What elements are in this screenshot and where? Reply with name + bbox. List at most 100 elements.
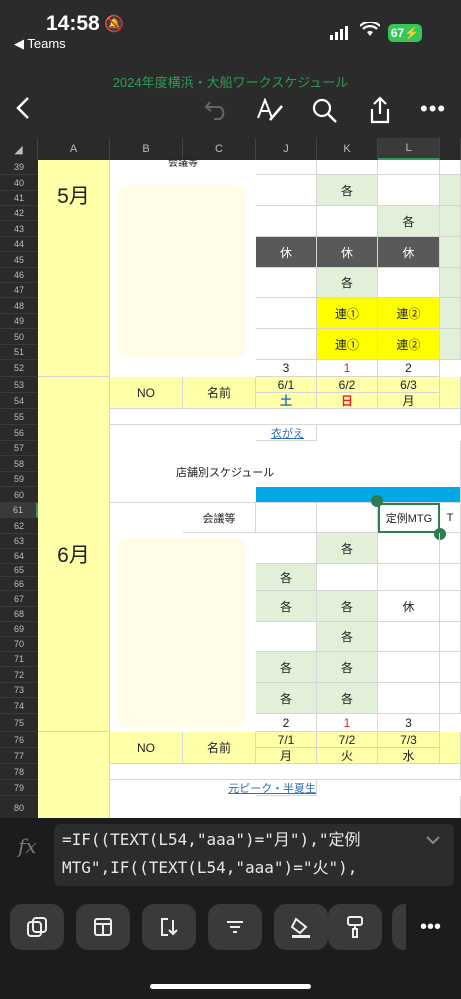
row-header[interactable]: 75: [0, 714, 38, 732]
freeze-panes-button[interactable]: [76, 904, 130, 950]
june-cell-k-63[interactable]: 各: [317, 533, 378, 564]
may-cell-k-48[interactable]: 連①: [317, 298, 378, 329]
row-header[interactable]: 52: [0, 360, 38, 377]
row-header[interactable]: 42: [0, 206, 38, 221]
may-cell-l-40[interactable]: [378, 175, 440, 206]
june-day-j[interactable]: 土: [256, 393, 317, 409]
row-55-cell[interactable]: [110, 409, 461, 425]
may-cell-k-50[interactable]: 連①: [317, 329, 378, 360]
row-header[interactable]: 44: [0, 237, 38, 252]
row-header[interactable]: 43: [0, 221, 38, 237]
copy-cells-button[interactable]: [10, 904, 64, 950]
row-header[interactable]: 79: [0, 780, 38, 796]
july-day-l[interactable]: 水: [378, 748, 440, 764]
june-date-m[interactable]: [440, 377, 461, 409]
corner-cell[interactable]: ◢: [0, 138, 38, 160]
june-cell-m-69[interactable]: [440, 622, 461, 652]
may-cell-j-39[interactable]: [256, 160, 317, 175]
june-cell-k-61[interactable]: [317, 503, 378, 533]
june-cell-k-65[interactable]: [317, 564, 378, 591]
june-cell-m-71[interactable]: [440, 652, 461, 683]
row-header[interactable]: 78: [0, 764, 38, 780]
row-header[interactable]: 57: [0, 441, 38, 456]
july-day-k[interactable]: 火: [317, 748, 378, 764]
row-header[interactable]: 80: [0, 796, 38, 818]
june-cell-j-63[interactable]: [256, 533, 317, 564]
back-to-app-link[interactable]: ◀ Teams: [14, 36, 66, 52]
row-header[interactable]: 76: [0, 732, 38, 748]
row-header[interactable]: 39: [0, 160, 38, 175]
row-header[interactable]: 67: [0, 591, 38, 607]
month-cell-july[interactable]: [38, 732, 110, 818]
july-no-header[interactable]: NO: [110, 732, 183, 764]
row-header[interactable]: 64: [0, 549, 38, 564]
row-header[interactable]: 47: [0, 283, 38, 298]
may-cell-l-48[interactable]: 連②: [378, 298, 440, 329]
row-header[interactable]: 59: [0, 472, 38, 487]
july-num-k[interactable]: 1: [317, 714, 378, 732]
more-tools-partial[interactable]: [392, 904, 406, 950]
july-num-l[interactable]: 3: [378, 714, 440, 732]
row-header[interactable]: 63: [0, 534, 38, 549]
row-header[interactable]: 46: [0, 268, 38, 283]
row-header[interactable]: 41: [0, 191, 38, 206]
may-cell-k-44[interactable]: 休: [317, 237, 378, 268]
row-header[interactable]: 51: [0, 345, 38, 360]
meetings-label-june[interactable]: 会議等: [183, 503, 256, 533]
back-chevron-icon[interactable]: [16, 96, 30, 126]
row-header[interactable]: 61: [0, 503, 38, 518]
row-header[interactable]: 56: [0, 425, 38, 441]
more-options-icon[interactable]: •••: [420, 96, 446, 122]
may-cell-k-39[interactable]: [317, 160, 378, 175]
month-cell-may[interactable]: 5月: [38, 160, 110, 377]
june-cell-l-63[interactable]: [378, 533, 440, 564]
column-header-j[interactable]: J: [256, 138, 317, 160]
may-cell-m-42[interactable]: [440, 206, 461, 237]
may-cell-m-44[interactable]: [440, 237, 461, 268]
may-cell-l-39[interactable]: [378, 160, 440, 175]
june-cell-l-65[interactable]: [378, 564, 440, 591]
may-cell-j-46[interactable]: [256, 268, 317, 298]
koromogae-cell[interactable]: 衣がえ: [256, 425, 317, 441]
undo-icon[interactable]: [204, 98, 230, 125]
peak-cell[interactable]: 元ピーク・半夏生: [228, 780, 317, 796]
chevron-down-icon[interactable]: [426, 832, 440, 850]
june-num-k[interactable]: 1: [317, 360, 378, 377]
may-cell-m-40[interactable]: [440, 175, 461, 206]
may-cell-l-50[interactable]: 連②: [378, 329, 440, 360]
selection-handle-top[interactable]: [371, 495, 383, 507]
may-cell-l-42[interactable]: 各: [378, 206, 440, 237]
row-header[interactable]: 48: [0, 298, 38, 314]
fill-color-button[interactable]: [274, 904, 328, 950]
may-cell-m-39[interactable]: [440, 160, 461, 175]
column-header-k[interactable]: K: [317, 138, 378, 160]
june-day-k[interactable]: 日: [317, 393, 378, 409]
row-header[interactable]: 68: [0, 607, 38, 622]
formula-input[interactable]: =IF((TEXT(L54,"aaa")="月"),"定例 MTG",IF((T…: [54, 824, 454, 886]
row-header[interactable]: 72: [0, 667, 38, 683]
row-header[interactable]: 50: [0, 329, 38, 345]
july-num-j[interactable]: 2: [256, 714, 317, 732]
may-cell-m-46[interactable]: [440, 268, 461, 298]
row-header[interactable]: 55: [0, 409, 38, 425]
june-cell-j-65[interactable]: 各: [256, 564, 317, 591]
may-cell-j-42[interactable]: [256, 206, 317, 237]
july-date-j[interactable]: 7/1: [256, 732, 317, 748]
row-header[interactable]: 66: [0, 577, 38, 591]
may-cell-j-48[interactable]: [256, 298, 317, 329]
may-cell-j-44[interactable]: 休: [256, 237, 317, 268]
may-cell-m-48[interactable]: [440, 298, 461, 329]
may-cell-k-46[interactable]: 各: [317, 268, 378, 298]
june-cell-k-71[interactable]: 各: [317, 652, 378, 683]
may-cell-j-50[interactable]: [256, 329, 317, 360]
june-cell-m-63[interactable]: [440, 533, 461, 564]
june-num-l[interactable]: 2: [378, 360, 440, 377]
june-cell-j-69[interactable]: [256, 622, 317, 652]
row-header[interactable]: 53: [0, 377, 38, 393]
june-date-j[interactable]: 6/1: [256, 377, 317, 393]
june-cell-l-71[interactable]: [378, 652, 440, 683]
row-header[interactable]: 58: [0, 456, 38, 472]
row-header[interactable]: 73: [0, 683, 38, 698]
row-header[interactable]: 71: [0, 652, 38, 667]
june-num-j[interactable]: 3: [256, 360, 317, 377]
